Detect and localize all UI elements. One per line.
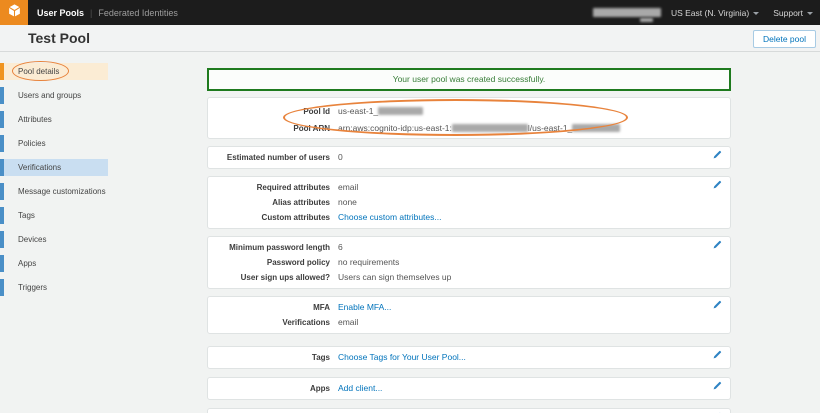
row-value: Users can sign themselves up (338, 270, 451, 284)
add-client-link[interactable]: Add client... (338, 381, 382, 395)
nav-federated-identities[interactable]: Federated Identities (98, 8, 178, 18)
sidebar-item-triggers[interactable]: Triggers (0, 279, 108, 296)
top-navbar: User Pools | Federated Identities US Eas… (0, 0, 820, 25)
panel-tags: Tags Choose Tags for Your User Pool... (207, 346, 731, 369)
edit-pencil-icon[interactable] (713, 350, 722, 359)
panel-attributes: Required attributes email Alias attribute… (207, 176, 731, 229)
sidebar-item-verifications[interactable]: Verifications (0, 159, 108, 176)
row-label: Alias attributes (218, 196, 330, 210)
redacted-account-id (452, 124, 528, 132)
cognito-logo[interactable] (0, 0, 28, 25)
row-value: email (338, 315, 358, 329)
edit-pencil-icon[interactable] (713, 180, 722, 189)
sidebar-item-pool-details[interactable]: Pool details (0, 63, 108, 80)
row-label: Required attributes (218, 181, 330, 195)
panel-policies: Minimum password length 6 Password policy… (207, 236, 731, 289)
sidebar-item-tags[interactable]: Tags (0, 207, 108, 224)
choose-custom-attributes-link[interactable]: Choose custom attributes... (338, 210, 441, 224)
row-value: 0 (338, 150, 343, 164)
sidebar-item-label: Message customizations (18, 187, 106, 196)
sidebar-item-label: Tags (18, 211, 35, 220)
row-value: no requirements (338, 255, 399, 269)
sidebar-item-label: Verifications (18, 163, 61, 172)
row-value: email (338, 180, 358, 194)
row-label: Apps (218, 382, 330, 396)
nav-user-pools[interactable]: User Pools (37, 8, 84, 18)
row-label: Custom attributes (218, 211, 330, 225)
account-name-redacted[interactable] (593, 8, 661, 17)
row-label: Password policy (218, 256, 330, 270)
row-label: User sign ups allowed? (218, 271, 330, 285)
sidebar-item-label: Policies (18, 139, 46, 148)
sidebar-item-label: Triggers (18, 283, 47, 292)
pool-arn-value: arn:aws:cognito-idp:us-east-1:l/us-east-… (338, 120, 620, 136)
pool-arn-label: Pool ARN (218, 121, 330, 137)
sidebar-item-devices[interactable]: Devices (0, 231, 108, 248)
page-header: Test Pool Delete pool (0, 25, 820, 52)
success-banner: Your user pool was created successfully. (207, 68, 731, 91)
sidebar-nav: Pool details Users and groups Attributes… (0, 52, 108, 303)
pool-arn-row: Pool ARN arn:aws:cognito-idp:us-east-1:l… (218, 120, 720, 137)
support-label: Support (773, 8, 803, 18)
panel-pool-info: Pool Id us-east-1_ Pool ARN arn:aws:cogn… (207, 97, 731, 139)
sidebar-item-attributes[interactable]: Attributes (0, 111, 108, 128)
panel-estimated-users: Estimated number of users 0 (207, 146, 731, 169)
enable-mfa-link[interactable]: Enable MFA... (338, 300, 391, 314)
row-label: MFA (218, 301, 330, 315)
panel-triggers: TriggersAdd triggers... (207, 408, 731, 413)
chevron-down-icon (807, 12, 813, 15)
row-value: 6 (338, 240, 343, 254)
edit-pencil-icon[interactable] (713, 240, 722, 249)
nav-separator: | (90, 8, 92, 18)
row-label: Verifications (218, 316, 330, 330)
sidebar-item-label: Users and groups (18, 91, 81, 100)
redaction-blur (593, 8, 661, 17)
sidebar-item-label: Pool details (18, 67, 59, 76)
edit-pencil-icon[interactable] (713, 381, 722, 390)
page-title: Test Pool (0, 30, 90, 46)
chevron-down-icon (753, 12, 759, 15)
row-value: none (338, 195, 357, 209)
redaction-blur-fragment (640, 18, 653, 22)
edit-pencil-icon[interactable] (713, 300, 722, 309)
region-menu[interactable]: US East (N. Virginia) (671, 8, 759, 18)
panel-mfa-verifications: MFA Enable MFA... Verifications email (207, 296, 731, 334)
support-menu[interactable]: Support (773, 8, 813, 18)
row-label: Tags (218, 351, 330, 365)
sidebar-item-label: Attributes (18, 115, 52, 124)
sidebar-item-label: Apps (18, 259, 36, 268)
sidebar-item-label: Devices (18, 235, 46, 244)
row-label: Estimated number of users (218, 151, 330, 165)
pool-id-value: us-east-1_ (338, 103, 423, 119)
sidebar-item-policies[interactable]: Policies (0, 135, 108, 152)
sidebar-item-users-and-groups[interactable]: Users and groups (0, 87, 108, 104)
pool-id-row: Pool Id us-east-1_ (218, 103, 720, 120)
choose-tags-link[interactable]: Choose Tags for Your User Pool... (338, 350, 466, 364)
region-label: US East (N. Virginia) (671, 8, 749, 18)
pool-id-label: Pool Id (218, 104, 330, 120)
sidebar-item-message-customizations[interactable]: Message customizations (0, 183, 108, 200)
edit-pencil-icon[interactable] (713, 150, 722, 159)
row-label: Minimum password length (218, 241, 330, 255)
redacted-pool-id (378, 107, 423, 115)
main-content: Your user pool was created successfully.… (207, 52, 731, 413)
sidebar-item-apps[interactable]: Apps (0, 255, 108, 272)
panel-apps: Apps Add client... (207, 377, 731, 400)
delete-pool-button[interactable]: Delete pool (753, 30, 816, 48)
redacted-pool-suffix (572, 124, 620, 132)
cube-icon (7, 3, 22, 23)
